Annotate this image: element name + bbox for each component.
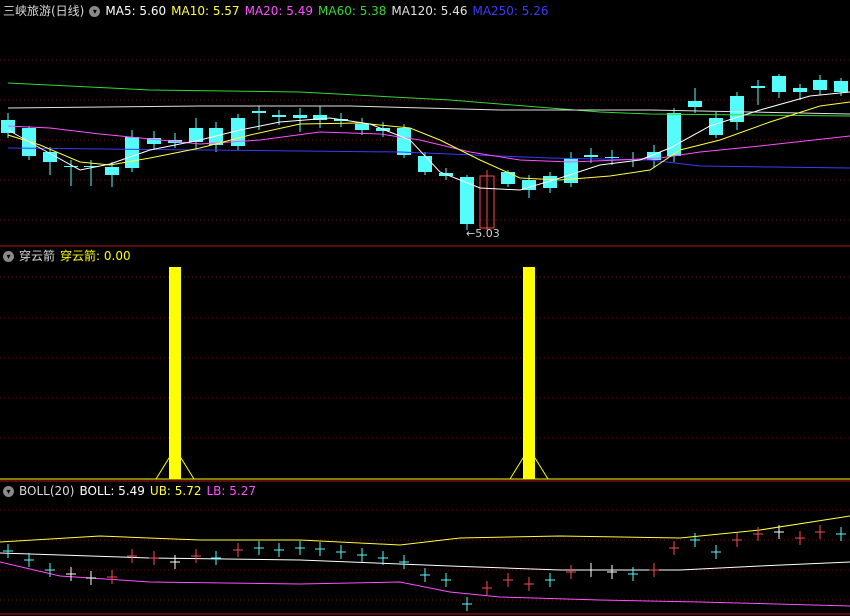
signal-settings-circle-icon[interactable]: ▾	[3, 250, 14, 262]
boll-settings-circle-icon[interactable]: ▾	[3, 485, 14, 497]
candle-body	[709, 118, 723, 135]
candle-body	[772, 76, 786, 92]
signal-value-label: 穿云箭: 0.00	[60, 249, 131, 263]
signal-bar	[523, 267, 535, 479]
ma120-label: MA120: 5.46	[391, 4, 468, 18]
candle-body	[252, 111, 266, 113]
candle-body	[355, 124, 369, 130]
boll-ub-line	[0, 515, 850, 546]
candle-body	[272, 115, 286, 117]
ma250-label: MA250: 5.26	[472, 4, 549, 18]
candle-body	[688, 101, 702, 107]
candle-body	[501, 172, 515, 184]
stock-title: 三峡旅游(日线)	[3, 4, 85, 18]
candle-body	[834, 81, 848, 92]
candle-body	[793, 88, 807, 92]
candle-body	[730, 96, 744, 122]
candle-body	[584, 155, 598, 157]
boll-mid-label: BOLL: 5.49	[79, 484, 145, 498]
ma60-label: MA60: 5.38	[318, 4, 387, 18]
boll-panel-header: ▾ BOLL(20) BOLL: 5.49 UB: 5.72 LB: 5.27	[0, 483, 256, 499]
candle-body	[105, 167, 119, 175]
boll-ub-label: UB: 5.72	[149, 484, 202, 498]
candle-body	[751, 86, 765, 88]
ma10-label: MA10: 5.57	[171, 4, 240, 18]
boll-title: BOLL(20)	[19, 484, 75, 498]
signal-panel-header: ▾ 穿云箭 穿云箭: 0.00	[0, 248, 131, 264]
low-price-annotation: ←5.03	[466, 227, 500, 240]
candle-body	[813, 80, 827, 90]
ma120-line	[7, 105, 850, 115]
ma5-label: MA5: 5.60	[105, 4, 167, 18]
signal-bar	[169, 267, 181, 479]
signal-title: 穿云箭	[19, 249, 56, 263]
candle-body	[293, 115, 307, 118]
ma20-label: MA20: 5.49	[244, 4, 313, 18]
candle-body	[64, 166, 78, 167]
main-panel-header: 三峡旅游(日线) ▾ MA5: 5.60 MA10: 5.57 MA20: 5.…	[0, 3, 549, 19]
kline-chart-canvas[interactable]	[0, 0, 850, 616]
candle-body	[605, 157, 619, 158]
low-price-value: 5.03	[475, 227, 500, 240]
boll-lb-label: LB: 5.27	[206, 484, 257, 498]
settings-circle-icon[interactable]: ▾	[89, 5, 101, 17]
candle-body	[125, 137, 139, 168]
candle-body	[667, 113, 681, 156]
candle-body	[460, 177, 474, 224]
candle-body	[418, 156, 432, 172]
candle-body	[397, 128, 411, 155]
